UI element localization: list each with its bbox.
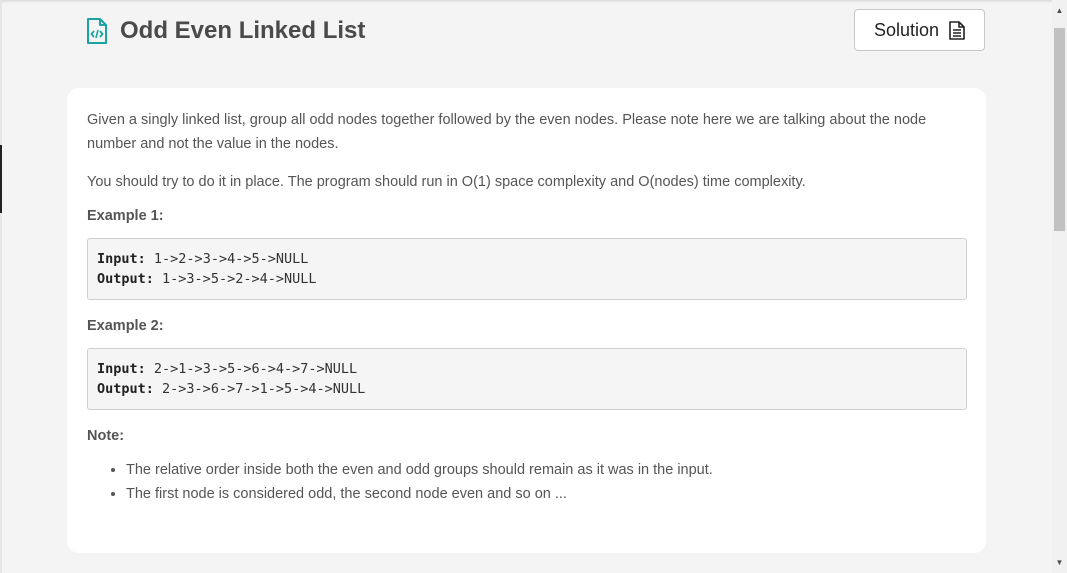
problem-card: Given a singly linked list, group all od… (67, 88, 986, 553)
example-2-label: Example 2: (87, 318, 164, 334)
example-1-output-key: Output: (97, 271, 154, 287)
document-icon (949, 20, 965, 40)
left-edge-marker (0, 145, 2, 213)
example-1-input: 1->2->3->4->5->NULL (153, 251, 309, 267)
example-1-input-line: Input: 1->2->3->4->5->NULL (97, 249, 957, 269)
example-2-output-key: Output: (97, 381, 154, 397)
example-1-code: Input: 1->2->3->4->5->NULL Output: 1->3-… (87, 238, 967, 300)
scrollbar-thumb[interactable] (1054, 28, 1065, 231)
solution-button[interactable]: Solution (854, 9, 985, 51)
left-edge (0, 0, 2, 573)
scroll-down-arrow-icon[interactable]: ▼ (1052, 554, 1067, 571)
note-item: The first node is considered odd, the se… (126, 482, 966, 506)
example-1-label: Example 1: (87, 208, 164, 224)
problem-constraint: You should try to do it in place. The pr… (87, 174, 806, 190)
problem-description: Given a singly linked list, group all od… (87, 112, 927, 152)
notes-list: The relative order inside both the even … (87, 458, 966, 506)
example-2-code: Input: 2->1->3->5->6->4->7->NULL Output:… (87, 348, 967, 410)
example-2-input-line: Input: 2->1->3->5->6->4->7->NULL (97, 359, 957, 379)
problem-header: Odd Even Linked List (86, 14, 365, 48)
vertical-scrollbar[interactable]: ▲ ▼ (1052, 0, 1067, 573)
example-2-output-line: Output: 2->3->6->7->1->5->4->NULL (97, 379, 957, 399)
top-shadow (0, 0, 1052, 3)
page: Odd Even Linked List Solution Given a si… (0, 0, 1067, 573)
solution-button-label: Solution (873, 19, 940, 40)
code-file-icon (87, 18, 107, 44)
scroll-up-arrow-icon[interactable]: ▲ (1052, 2, 1067, 19)
page-title: Odd Even Linked List (120, 17, 366, 44)
example-1-output-line: Output: 1->3->5->2->4->NULL (97, 269, 957, 289)
example-2-input: 2->1->3->5->6->4->7->NULL (153, 361, 358, 377)
example-1-input-key: Input: (97, 251, 146, 267)
note-item: The relative order inside both the even … (126, 458, 966, 482)
example-2-input-key: Input: (97, 361, 146, 377)
note-label: Note: (87, 428, 125, 444)
example-1-output: 1->3->5->2->4->NULL (162, 271, 317, 287)
example-2-output: 2->3->6->7->1->5->4->NULL (162, 381, 366, 397)
